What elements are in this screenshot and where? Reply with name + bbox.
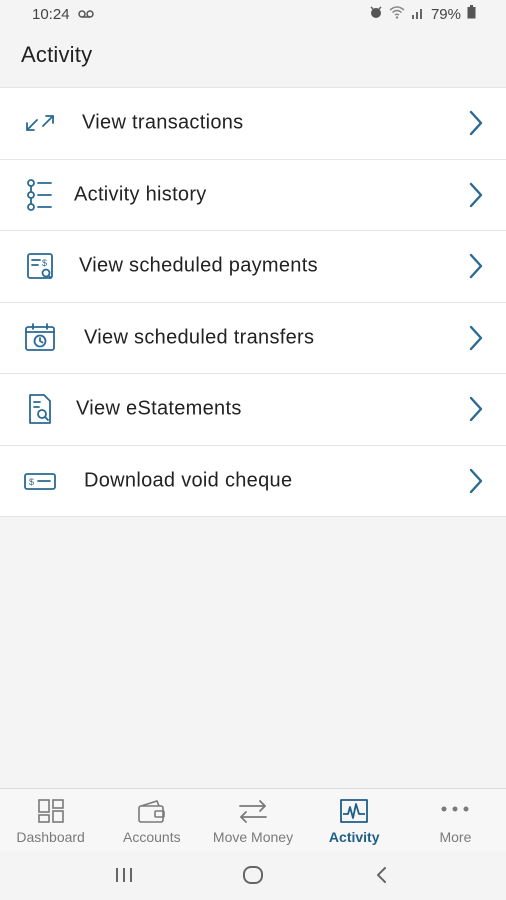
status-left: 10:24 xyxy=(32,6,94,23)
dashboard-icon xyxy=(35,797,67,825)
calendar-clock-icon xyxy=(22,320,58,356)
nav-label: Dashboard xyxy=(16,829,85,845)
signal-icon xyxy=(411,6,425,23)
menu-item-label: Download void cheque xyxy=(84,469,293,492)
nav-label: Move Money xyxy=(212,829,294,845)
status-bar: 10:24 79% xyxy=(0,0,506,28)
chevron-right-icon xyxy=(469,397,483,422)
menu-item-scheduled-transfers[interactable]: View scheduled transfers xyxy=(0,302,506,374)
scheduled-payment-icon: $ xyxy=(22,248,58,284)
arrows-diagonal-icon xyxy=(22,105,58,141)
svg-text:$: $ xyxy=(29,477,34,487)
chevron-right-icon xyxy=(469,111,483,136)
chevron-right-icon xyxy=(469,325,483,350)
status-time: 10:24 xyxy=(32,5,70,23)
menu-item-view-estatements[interactable]: View eStatements xyxy=(0,374,506,446)
svg-text:$: $ xyxy=(42,258,47,268)
back-icon[interactable] xyxy=(362,855,402,895)
menu-item-activity-history[interactable]: Activity history xyxy=(0,159,506,231)
nav-activity[interactable]: Activity xyxy=(304,789,405,850)
menu-item-label: View transactions xyxy=(82,111,244,134)
menu-item-label: View scheduled payments xyxy=(79,254,318,277)
nav-label: More xyxy=(439,829,472,845)
nav-accounts[interactable]: Accounts xyxy=(101,789,202,850)
nav-move-money[interactable]: Move Money xyxy=(202,789,303,850)
home-icon[interactable] xyxy=(233,855,273,895)
menu-item-label: Activity history xyxy=(74,183,207,206)
nav-label: Activity xyxy=(328,829,380,845)
battery-percent: 79% xyxy=(430,5,461,23)
recent-apps-icon[interactable] xyxy=(104,855,144,895)
nav-dashboard[interactable]: Dashboard xyxy=(0,789,101,850)
battery-icon xyxy=(467,5,476,23)
activity-menu-list: View transactions Activity history $ Vie… xyxy=(0,87,506,517)
menu-item-void-cheque[interactable]: $ Download void cheque xyxy=(0,445,506,517)
menu-item-label: View eStatements xyxy=(76,397,242,420)
document-search-icon xyxy=(22,391,58,427)
wallet-icon xyxy=(136,797,168,825)
page-title: Activity xyxy=(21,42,93,67)
alarm-icon xyxy=(369,5,383,23)
chevron-right-icon xyxy=(469,254,483,279)
activity-icon xyxy=(338,797,370,825)
bottom-nav: Dashboard Accounts Move Money Activity M… xyxy=(0,788,506,850)
chevron-right-icon xyxy=(469,468,483,493)
status-right: 79% xyxy=(369,5,476,23)
menu-item-scheduled-payments[interactable]: $ View scheduled payments xyxy=(0,231,506,303)
menu-item-view-transactions[interactable]: View transactions xyxy=(0,88,506,160)
wifi-icon xyxy=(389,5,405,23)
voicemail-icon xyxy=(77,6,94,23)
cheque-icon: $ xyxy=(22,463,58,499)
chevron-right-icon xyxy=(469,182,483,207)
nav-more[interactable]: More xyxy=(405,789,506,850)
menu-item-label: View scheduled transfers xyxy=(84,326,315,349)
list-icon xyxy=(22,177,58,213)
nav-label: Accounts xyxy=(123,829,181,845)
more-icon xyxy=(439,797,471,825)
transfer-icon xyxy=(237,797,269,825)
system-nav-bar xyxy=(0,850,506,900)
